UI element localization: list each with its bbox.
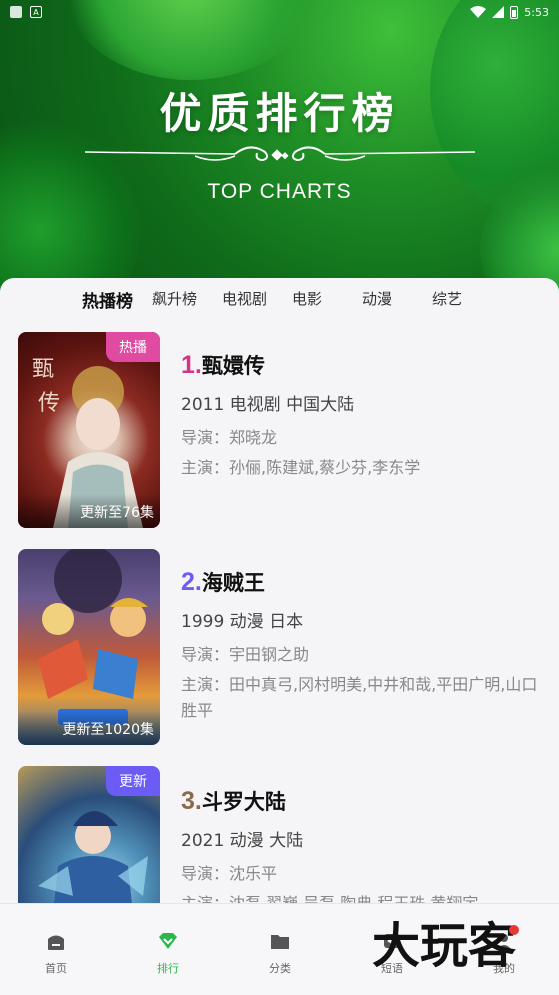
item-info: 2. 海贼王 1999 动漫 日本 导演：宇田钢之助 主演：田中真弓,冈村明美,… <box>181 567 541 724</box>
svg-text:传: 传 <box>38 391 60 416</box>
status-time: 5:53 <box>524 5 549 19</box>
tab-variety[interactable]: 综艺 <box>432 288 462 309</box>
item-director: 导演：宇田钢之助 <box>181 645 310 664</box>
rank-number: 2. <box>181 568 202 596</box>
app-notification-icon <box>10 6 22 18</box>
hot-badge: 热播 <box>106 332 160 362</box>
item-info: 3. 斗罗大陆 2021 动漫 大陆 导演：沈乐平 主演：沈磊,翟巍,吴磊,陶典… <box>181 786 541 917</box>
list-item[interactable]: 甄 传 热播 更新至76集 1. 甄嬛传 2011 电视剧 中国大陆 导演：郑晓… <box>0 330 559 530</box>
item-cast: 主演：孙俪,陈建斌,蔡少芬,李东学 <box>181 458 421 477</box>
nav-category[interactable]: 分类 <box>250 930 310 976</box>
poster-image[interactable]: 甄 传 热播 更新至76集 <box>18 332 160 528</box>
nav-label: 分类 <box>269 962 291 975</box>
item-director: 导演：郑晓龙 <box>181 428 278 447</box>
home-icon <box>48 935 64 950</box>
item-title[interactable]: 海贼王 <box>202 567 265 597</box>
tab-hot[interactable]: 热播榜 <box>82 287 133 312</box>
rank-number: 3. <box>181 787 202 815</box>
list-item[interactable]: 更新至1020集 2. 海贼王 1999 动漫 日本 导演：宇田钢之助 主演：田… <box>0 547 559 747</box>
item-meta: 2021 动漫 大陆 <box>181 831 304 851</box>
item-meta: 1999 动漫 日本 <box>181 612 304 632</box>
item-cast: 主演：田中真弓,冈村明美,中井和哉,平田广明,山口胜平 <box>181 675 538 720</box>
item-director: 导演：沈乐平 <box>181 864 278 883</box>
svg-text:大玩客: 大玩客 <box>372 918 516 974</box>
signal-icon <box>492 6 505 18</box>
ranking-sheet: 热播榜 飙升榜 电视剧 电影 动漫 综艺 甄 传 热播 更新至76集 1. 甄嬛… <box>0 278 559 995</box>
update-status: 更新至1020集 <box>18 711 160 745</box>
tab-tv-series[interactable]: 电视剧 <box>222 288 267 309</box>
hero-title: 优质排行榜 <box>159 89 400 138</box>
item-info: 1. 甄嬛传 2011 电视剧 中国大陆 导演：郑晓龙 主演：孙俪,陈建斌,蔡少… <box>181 350 541 481</box>
update-status: 更新至76集 <box>18 494 160 528</box>
watermark-logo: 大玩客 <box>372 918 519 974</box>
tab-movie[interactable]: 电影 <box>292 288 322 309</box>
item-meta: 2011 电视剧 中国大陆 <box>181 395 355 415</box>
hero-banner: A 5:53 优质排行榜 TOP CHARTS <box>0 0 559 300</box>
svg-text:甄: 甄 <box>32 357 54 382</box>
nav-ranking[interactable]: 排行 <box>138 930 198 976</box>
hero-subtitle: TOP CHARTS <box>207 180 352 203</box>
folder-icon <box>271 935 289 949</box>
tab-anime[interactable]: 动漫 <box>362 288 392 309</box>
battery-icon <box>510 5 519 19</box>
item-title[interactable]: 甄嬛传 <box>202 350 265 380</box>
ornament-divider-icon <box>85 146 475 162</box>
a-notification-icon: A <box>30 6 42 18</box>
nav-label: 首页 <box>45 962 67 975</box>
item-title[interactable]: 斗罗大陆 <box>202 786 286 816</box>
rank-number: 1. <box>181 351 202 379</box>
ranking-tabs: 热播榜 飙升榜 电视剧 电影 动漫 综艺 <box>0 278 559 322</box>
poster-image[interactable]: 更新至1020集 <box>18 549 160 745</box>
nav-home[interactable]: 首页 <box>26 930 86 976</box>
ranking-icon <box>159 933 177 949</box>
status-bar: A 5:53 <box>0 0 559 24</box>
nav-label: 排行 <box>157 962 179 975</box>
tab-rising[interactable]: 飙升榜 <box>152 288 197 309</box>
wifi-icon <box>470 6 487 18</box>
new-badge: 更新 <box>106 766 160 796</box>
